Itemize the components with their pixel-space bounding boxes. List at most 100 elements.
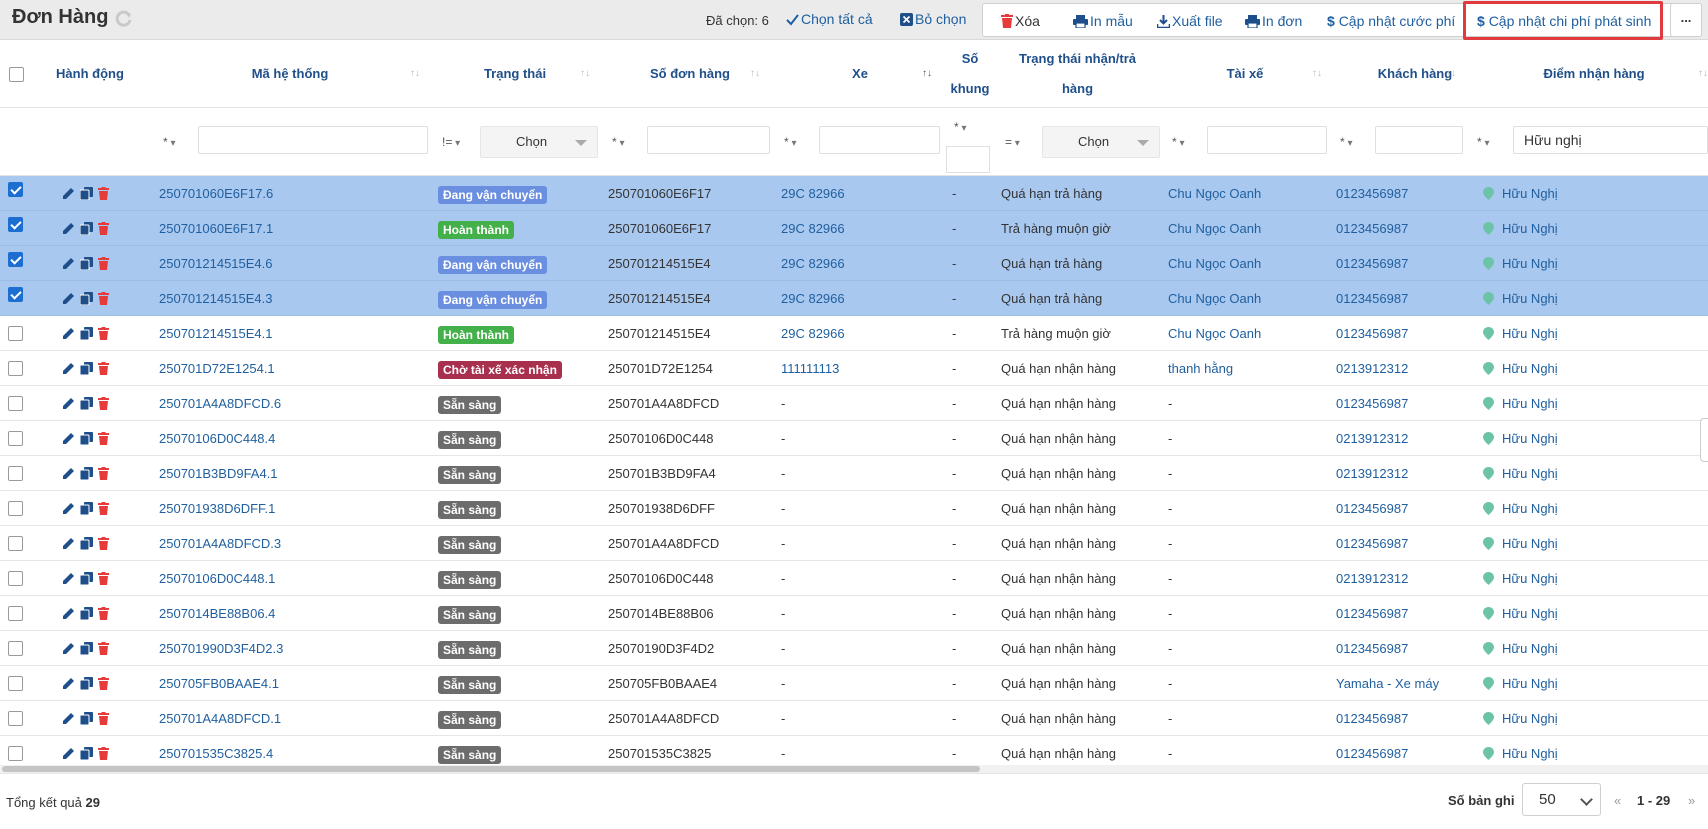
customer-link[interactable]: 0123456987	[1336, 596, 1408, 631]
filter-frame-input[interactable]	[946, 146, 990, 173]
edit-icon[interactable]	[62, 747, 75, 760]
filter-op-driver[interactable]: *	[1172, 135, 1184, 149]
table-row[interactable]: 250701A4A8DFCD.6 Sẵn sàng 250701A4A8DFCD - -…	[0, 386, 1708, 421]
print-order-button[interactable]: In đơn	[1245, 13, 1302, 29]
page-size-select[interactable]: 50	[1522, 783, 1601, 816]
row-checkbox[interactable]	[8, 287, 23, 302]
trash-icon[interactable]	[98, 432, 109, 445]
pickup-cell[interactable]: Hữu Nghị	[1483, 351, 1558, 386]
customer-link[interactable]: 0123456987	[1336, 631, 1408, 666]
row-checkbox[interactable]	[8, 396, 23, 411]
next-page-button[interactable]: »	[1688, 793, 1695, 808]
system-code-link[interactable]: 250701D72E1254.1	[159, 351, 275, 386]
row-checkbox[interactable]	[8, 252, 23, 267]
filter-order-no-input[interactable]	[647, 126, 770, 154]
sort-icon[interactable]: ↑↓	[922, 58, 932, 90]
edit-icon[interactable]	[62, 397, 75, 410]
col-frame-no[interactable]: Số khung	[940, 40, 1000, 108]
table-row[interactable]: 250701214515E4.1 Hoàn thành 250701214515E4…	[0, 316, 1708, 351]
customer-link[interactable]: 0213912312	[1336, 421, 1408, 456]
row-checkbox[interactable]	[8, 431, 23, 446]
trash-icon[interactable]	[98, 502, 109, 515]
row-checkbox[interactable]	[8, 571, 23, 586]
delete-button[interactable]: Xóa	[1001, 13, 1040, 29]
copy-icon[interactable]	[80, 677, 93, 690]
copy-icon[interactable]	[80, 537, 93, 550]
filter-op-pickup[interactable]: *	[1477, 135, 1489, 149]
edit-icon[interactable]	[62, 642, 75, 655]
horizontal-scrollbar[interactable]	[0, 765, 1708, 773]
trash-icon[interactable]	[98, 642, 109, 655]
vehicle-link[interactable]: 29C 82966	[781, 246, 845, 281]
table-row[interactable]: 250701938D6DFF.1 Sẵn sàng 250701938D6DFF - -…	[0, 491, 1708, 526]
pickup-cell[interactable]: Hữu Nghị	[1483, 281, 1558, 316]
row-checkbox[interactable]	[8, 361, 23, 376]
system-code-link[interactable]: 250701214515E4.6	[159, 246, 273, 281]
filter-op-system-code[interactable]: *	[163, 135, 175, 149]
edit-icon[interactable]	[62, 292, 75, 305]
driver-link[interactable]: Chu Ngọc Oanh	[1168, 246, 1261, 281]
filter-customer-input[interactable]	[1375, 126, 1463, 154]
filter-status-select[interactable]: Chọn	[480, 126, 598, 158]
driver-link[interactable]: Chu Ngọc Oanh	[1168, 316, 1261, 351]
driver-link[interactable]: Chu Ngọc Oanh	[1168, 281, 1261, 316]
customer-link[interactable]: 0213912312	[1336, 561, 1408, 596]
export-button[interactable]: Xuất file	[1156, 13, 1223, 29]
trash-icon[interactable]	[98, 187, 109, 200]
copy-icon[interactable]	[80, 187, 93, 200]
table-row[interactable]: 250701214515E4.6 Đang vận chuyển 250701214…	[0, 246, 1708, 281]
filter-pickup-input[interactable]: Hữu nghị	[1513, 126, 1708, 154]
copy-icon[interactable]	[80, 362, 93, 375]
col-driver[interactable]: Tài xế ↑↓	[1160, 40, 1330, 108]
col-vehicle[interactable]: Xe ↑↓	[780, 40, 940, 108]
customer-link[interactable]: 0123456987	[1336, 246, 1408, 281]
sort-icon[interactable]: ↑↓	[1312, 58, 1322, 90]
copy-icon[interactable]	[80, 432, 93, 445]
vehicle-link[interactable]: 29C 82966	[781, 176, 845, 211]
system-code-link[interactable]: 25070106D0C448.1	[159, 561, 275, 596]
filter-system-code-input[interactable]	[198, 126, 428, 154]
row-checkbox[interactable]	[8, 711, 23, 726]
pickup-cell[interactable]: Hữu Nghị	[1483, 701, 1558, 736]
col-pickup[interactable]: Điểm nhận hàng ↑↓	[1480, 40, 1708, 108]
edit-icon[interactable]	[62, 327, 75, 340]
driver-link[interactable]: thanh hằng	[1168, 351, 1233, 386]
edit-icon[interactable]	[62, 257, 75, 270]
pickup-cell[interactable]: Hữu Nghị	[1483, 526, 1558, 561]
more-button[interactable]: ...	[1670, 3, 1702, 37]
col-system-code[interactable]: Mã hệ thống ↑↓	[200, 40, 420, 108]
pickup-cell[interactable]: Hữu Nghị	[1483, 561, 1558, 596]
customer-link[interactable]: 0213912312	[1336, 456, 1408, 491]
driver-link[interactable]: Chu Ngọc Oanh	[1168, 176, 1261, 211]
table-row[interactable]: 250701990D3F4D2.3 Sẵn sàng 25070190D3F4D2 -…	[0, 631, 1708, 666]
pickup-cell[interactable]: Hữu Nghị	[1483, 211, 1558, 246]
pickup-cell[interactable]: Hữu Nghị	[1483, 386, 1558, 421]
col-customer[interactable]: Khách hàng ↑↓	[1330, 40, 1500, 108]
customer-link[interactable]: 0213912312	[1336, 351, 1408, 386]
copy-icon[interactable]	[80, 327, 93, 340]
sort-icon[interactable]: ↑↓	[580, 58, 590, 90]
table-row[interactable]: 250701214515E4.3 Đang vận chuyển 250701214…	[0, 281, 1708, 316]
filter-recv-select[interactable]: Chọn	[1042, 126, 1160, 158]
trash-icon[interactable]	[98, 537, 109, 550]
row-checkbox[interactable]	[8, 606, 23, 621]
trash-icon[interactable]	[98, 222, 109, 235]
trash-icon[interactable]	[98, 607, 109, 620]
row-checkbox[interactable]	[8, 641, 23, 656]
filter-driver-input[interactable]	[1207, 126, 1327, 154]
vehicle-link[interactable]: 29C 82966	[781, 211, 845, 246]
system-code-link[interactable]: 250701214515E4.3	[159, 281, 273, 316]
trash-icon[interactable]	[98, 397, 109, 410]
table-row[interactable]: 250701B3BD9FA4.1 Sẵn sàng 250701B3BD9FA4 - -…	[0, 456, 1708, 491]
table-row[interactable]: 250705FB0BAAE4.1 Sẵn sàng 250705FB0BAAE4 - -…	[0, 666, 1708, 701]
copy-icon[interactable]	[80, 607, 93, 620]
customer-link[interactable]: 0123456987	[1336, 316, 1408, 351]
trash-icon[interactable]	[98, 572, 109, 585]
copy-icon[interactable]	[80, 572, 93, 585]
system-code-link[interactable]: 25070106D0C448.4	[159, 421, 275, 456]
table-row[interactable]: 250701A4A8DFCD.3 Sẵn sàng 250701A4A8DFCD - -…	[0, 526, 1708, 561]
print-template-button[interactable]: In mẫu	[1073, 13, 1133, 29]
table-row[interactable]: 250701060E6F17.6 Đang vận chuyển 250701060…	[0, 176, 1708, 211]
system-code-link[interactable]: 250701938D6DFF.1	[159, 491, 275, 526]
customer-link[interactable]: 0123456987	[1336, 211, 1408, 246]
